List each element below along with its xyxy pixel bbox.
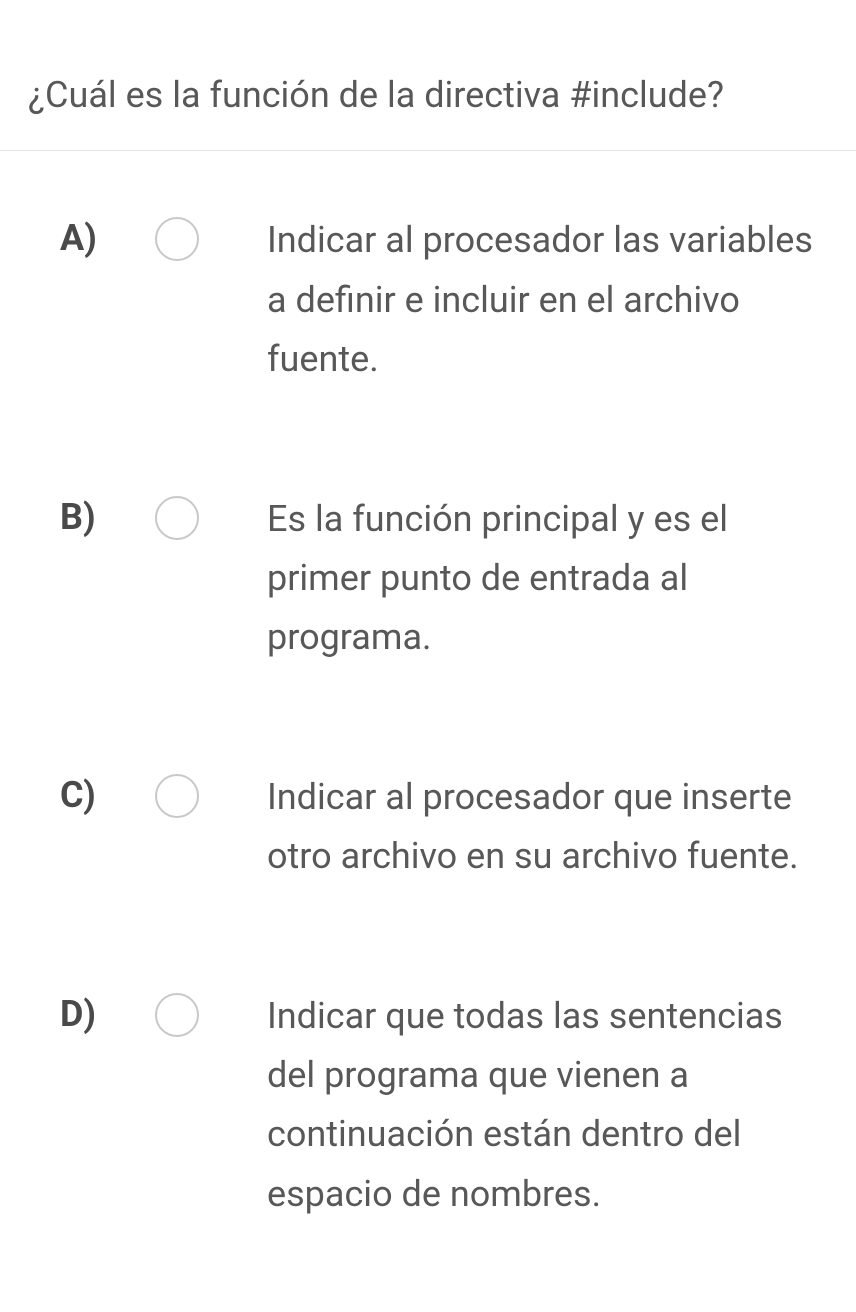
option-label-b: B) [60,490,155,544]
option-text-b: Es la función principal y es el primer p… [267,490,831,668]
option-row-d: D) Indicar que todas las sentencias del … [60,987,831,1225]
option-row-a: A) Indicar al procesador las variables a… [60,211,831,389]
radio-button-b[interactable] [155,496,199,540]
radio-button-c[interactable] [155,774,199,818]
option-row-c: C) Indicar al procesador que inserte otr… [60,768,831,887]
option-text-d: Indicar que todas las sentencias del pro… [267,987,831,1225]
option-label-c: C) [60,768,155,822]
question-section: ¿Cuál es la función de la directiva #inc… [0,0,856,151]
option-row-b: B) Es la función principal y es el prime… [60,490,831,668]
option-label-a: A) [60,211,155,265]
question-text: ¿Cuál es la función de la directiva #inc… [28,70,828,120]
radio-button-d[interactable] [155,993,199,1037]
radio-button-a[interactable] [155,217,199,261]
option-label-d: D) [60,987,155,1041]
option-text-a: Indicar al procesador las variables a de… [267,211,831,389]
option-text-c: Indicar al procesador que inserte otro a… [267,768,831,887]
options-section: A) Indicar al procesador las variables a… [0,151,856,1284]
